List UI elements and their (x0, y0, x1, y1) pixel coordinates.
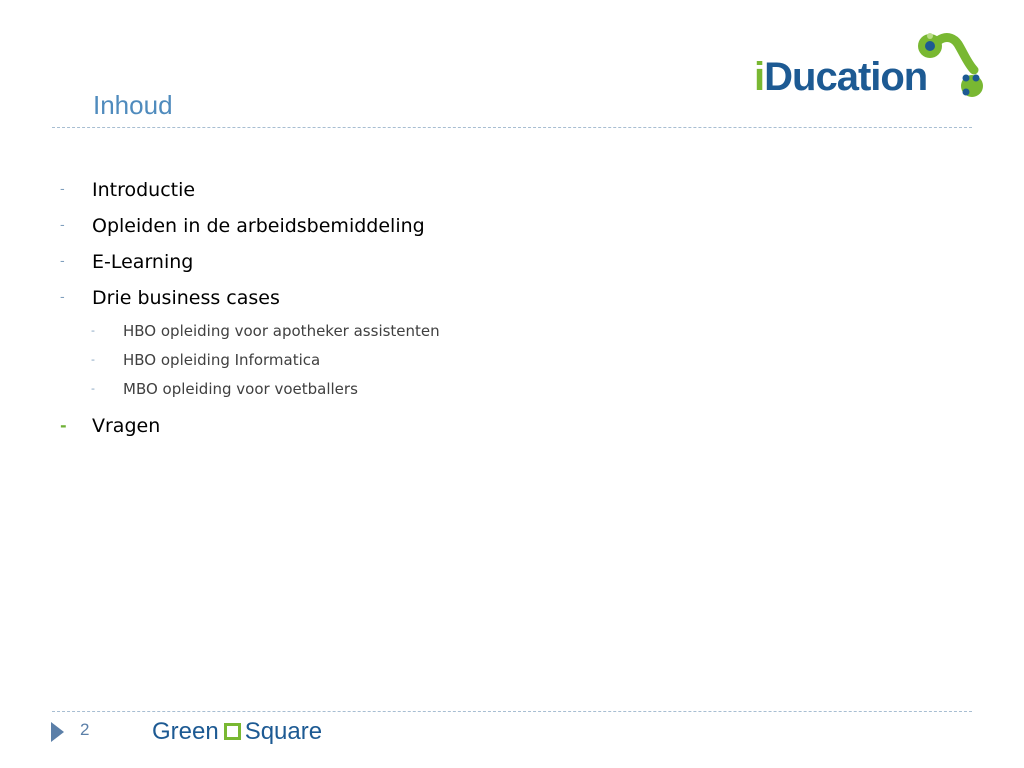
logo-letter-i: i (754, 55, 765, 99)
bullet-dash: - (91, 382, 95, 395)
list-item-text: Introductie (92, 179, 196, 201)
logo-word-green: Green (152, 718, 219, 745)
square-icon (223, 723, 241, 740)
slide-title: Inhoud (93, 90, 173, 120)
title-divider (52, 127, 972, 128)
page-number: 2 (80, 720, 90, 739)
play-arrow-icon (51, 722, 64, 742)
list-item-text: E-Learning (92, 251, 194, 273)
logo-word-square: Square (244, 718, 323, 745)
sub-list-item-text: HBO opleiding Informatica (123, 351, 321, 369)
sub-list-item-text: MBO opleiding voor voetballers (123, 380, 358, 398)
bullet-dash: - (91, 353, 95, 366)
iducation-logo: iDucation (754, 30, 990, 104)
list-item-text: Vragen (92, 415, 161, 437)
bullet-dash: - (60, 254, 65, 269)
sub-list-item-text: HBO opleiding voor apotheker assistenten (123, 322, 440, 340)
bullet-dash: - (60, 182, 65, 197)
list-item-text: Drie business cases (92, 287, 280, 309)
logo-wordmark: Ducation (764, 55, 928, 99)
bullet-dash: - (60, 290, 65, 305)
list-item-text: Opleiden in de arbeidsbemiddeling (92, 215, 425, 237)
footer-divider (52, 711, 972, 712)
bullet-dash: - (91, 324, 95, 337)
green-square-logo: Green Square (152, 716, 322, 748)
bullet-dash-highlight: - (60, 416, 67, 435)
bullet-dash: - (60, 218, 65, 233)
